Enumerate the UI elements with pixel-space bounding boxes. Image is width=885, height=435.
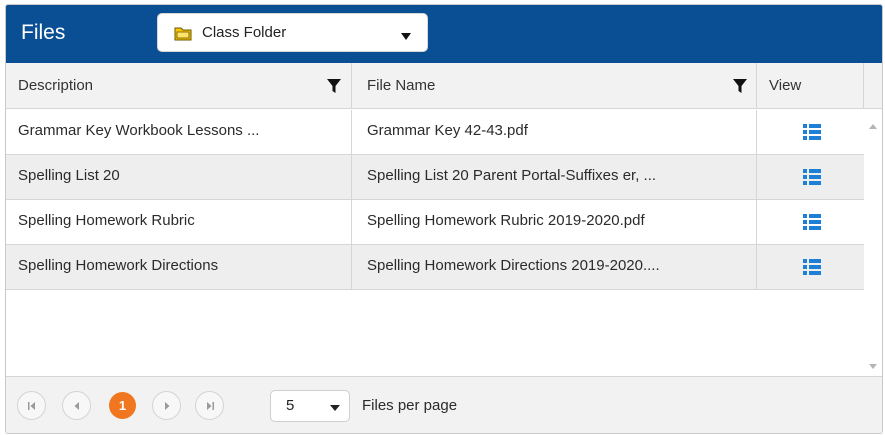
page-size-value: 5 [286, 397, 295, 414]
file-name-text: Grammar Key 42-43.pdf [367, 122, 528, 139]
table-row[interactable]: Grammar Key Workbook Lessons ... Grammar… [6, 110, 864, 155]
filter-icon[interactable] [326, 78, 342, 94]
next-page-button[interactable] [152, 391, 181, 420]
chevron-down-icon [401, 33, 411, 40]
panel-title: Files [21, 21, 66, 44]
file-name-text: Spelling Homework Rubric 2019-2020.pdf [367, 212, 645, 229]
table-row[interactable]: Spelling Homework Rubric Spelling Homewo… [6, 200, 864, 245]
first-page-button[interactable] [17, 391, 46, 420]
list-view-icon[interactable] [803, 213, 821, 231]
description-cell: Spelling List 20 [6, 155, 352, 199]
files-grid: Grammar Key Workbook Lessons ... Grammar… [6, 110, 864, 376]
current-page-button[interactable]: 1 [109, 392, 136, 419]
view-cell [757, 155, 864, 199]
file-name-cell: Grammar Key 42-43.pdf [352, 110, 757, 154]
previous-page-button[interactable] [62, 391, 91, 420]
description-text: Grammar Key Workbook Lessons ... [18, 122, 260, 139]
page-size-label: Files per page [362, 397, 458, 414]
column-header-description[interactable]: Description [6, 63, 352, 109]
description-cell: Spelling Homework Directions [6, 245, 352, 289]
view-cell [757, 200, 864, 244]
column-header-description-label: Description [18, 77, 94, 94]
last-page-button[interactable] [195, 391, 224, 420]
page-size-dropdown[interactable]: 5 [270, 390, 350, 422]
file-name-text: Spelling List 20 Parent Portal-Suffixes … [367, 167, 657, 184]
file-name-cell: Spelling Homework Directions 2019-2020..… [352, 245, 757, 289]
view-cell [757, 110, 864, 154]
description-text: Spelling List 20 [18, 167, 120, 184]
filter-icon[interactable] [732, 78, 748, 94]
description-text: Spelling Homework Directions [18, 257, 219, 274]
column-header-view: View [757, 63, 864, 109]
pager: 1 5 Files per page [6, 376, 882, 433]
first-page-icon [28, 402, 35, 410]
column-header-file-name-label: File Name [367, 77, 436, 94]
folder-icon [174, 27, 192, 41]
last-page-icon [207, 402, 214, 410]
previous-page-icon [74, 402, 79, 410]
table-row[interactable]: Spelling Homework Directions Spelling Ho… [6, 245, 864, 290]
column-header-file-name[interactable]: File Name [352, 63, 757, 109]
file-name-text: Spelling Homework Directions 2019-2020..… [367, 257, 660, 274]
files-header: Files Class Folder [6, 5, 882, 63]
description-text: Spelling Homework Rubric [18, 212, 195, 229]
vertical-scrollbar[interactable] [864, 110, 882, 376]
next-page-icon [165, 402, 170, 410]
table-row[interactable]: Spelling List 20 Spelling List 20 Parent… [6, 155, 864, 200]
scroll-down-icon[interactable] [869, 364, 877, 369]
file-name-cell: Spelling Homework Rubric 2019-2020.pdf [352, 200, 757, 244]
files-panel: Files Class Folder Description File Name… [5, 4, 883, 434]
list-view-icon[interactable] [803, 123, 821, 141]
folder-dropdown-value: Class Folder [202, 24, 287, 41]
scroll-up-icon[interactable] [869, 124, 877, 129]
list-view-icon[interactable] [803, 258, 821, 276]
column-header-view-label: View [769, 77, 802, 94]
grid-header: Description File Name View [6, 63, 882, 109]
folder-dropdown[interactable]: Class Folder [157, 13, 428, 52]
chevron-down-icon [330, 405, 340, 411]
description-cell: Grammar Key Workbook Lessons ... [6, 110, 352, 154]
list-view-icon[interactable] [803, 168, 821, 186]
view-cell [757, 245, 864, 289]
file-name-cell: Spelling List 20 Parent Portal-Suffixes … [352, 155, 757, 199]
description-cell: Spelling Homework Rubric [6, 200, 352, 244]
